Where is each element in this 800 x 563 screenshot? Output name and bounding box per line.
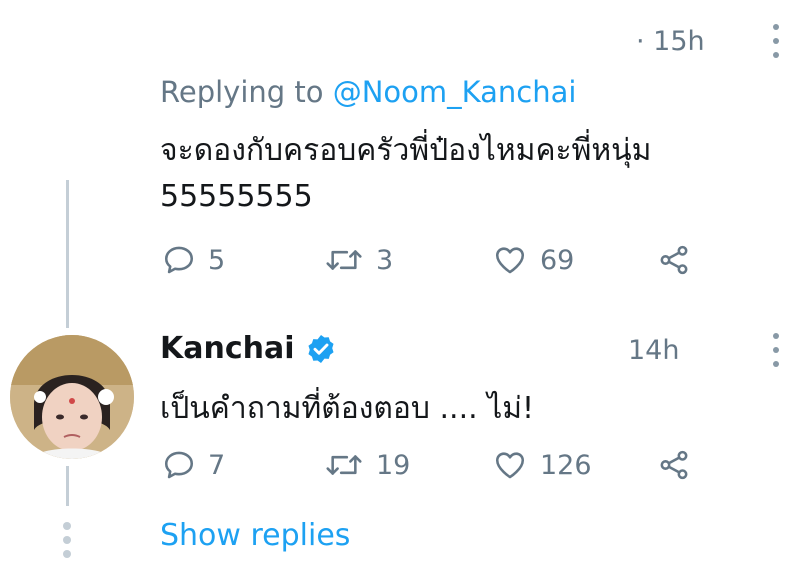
- retweet-icon: [326, 455, 362, 475]
- share-action[interactable]: [656, 448, 692, 482]
- like-action[interactable]: 126: [492, 448, 592, 482]
- avatar[interactable]: [10, 335, 134, 459]
- reply-timestamp[interactable]: 14h: [628, 335, 679, 366]
- retweet-icon: [326, 250, 362, 270]
- author-row: Kanchai: [160, 331, 337, 366]
- like-count: 126: [540, 449, 592, 481]
- reply-action[interactable]: 7: [162, 448, 225, 482]
- more-options-icon[interactable]: [771, 333, 781, 367]
- retweet-action[interactable]: 3: [324, 243, 393, 277]
- retweet-action[interactable]: 19: [324, 448, 410, 482]
- tweet-timestamp[interactable]: · 15h: [636, 26, 705, 57]
- replying-to-handle-link[interactable]: @Noom_Kanchai: [333, 75, 577, 109]
- retweet-count: 19: [376, 449, 411, 481]
- avatar-image: [10, 335, 134, 459]
- heart-icon: [495, 452, 525, 479]
- reply-text: เป็นคำถามที่ต้องตอบ .... ไม่!: [160, 391, 535, 426]
- share-icon: [660, 450, 688, 480]
- show-replies-link[interactable]: Show replies: [160, 518, 350, 553]
- share-icon: [660, 245, 688, 275]
- thread-connector-line: [66, 180, 69, 328]
- comment-icon: [164, 246, 194, 274]
- retweet-count: 3: [376, 244, 394, 276]
- like-action[interactable]: 69: [492, 243, 574, 277]
- verified-badge-icon: [307, 334, 334, 363]
- thread-connector-line: [66, 466, 69, 506]
- more-replies-dots: [63, 522, 71, 558]
- reply-count: 5: [208, 244, 226, 276]
- replying-to-line: Replying to @Noom_Kanchai: [160, 75, 576, 109]
- tweet-text: จะดองกับครอบครัวพี่ป๋องไหมคะพี่หนุ่ม 555…: [160, 133, 652, 214]
- comment-icon: [164, 451, 194, 479]
- reply-count: 7: [208, 449, 226, 481]
- share-action[interactable]: [656, 243, 692, 277]
- heart-icon: [495, 247, 525, 274]
- replying-to-label: Replying to: [160, 75, 324, 109]
- reply-action[interactable]: 5: [162, 243, 225, 277]
- more-options-icon[interactable]: [771, 24, 781, 58]
- author-name[interactable]: Kanchai: [160, 331, 295, 366]
- like-count: 69: [540, 244, 575, 276]
